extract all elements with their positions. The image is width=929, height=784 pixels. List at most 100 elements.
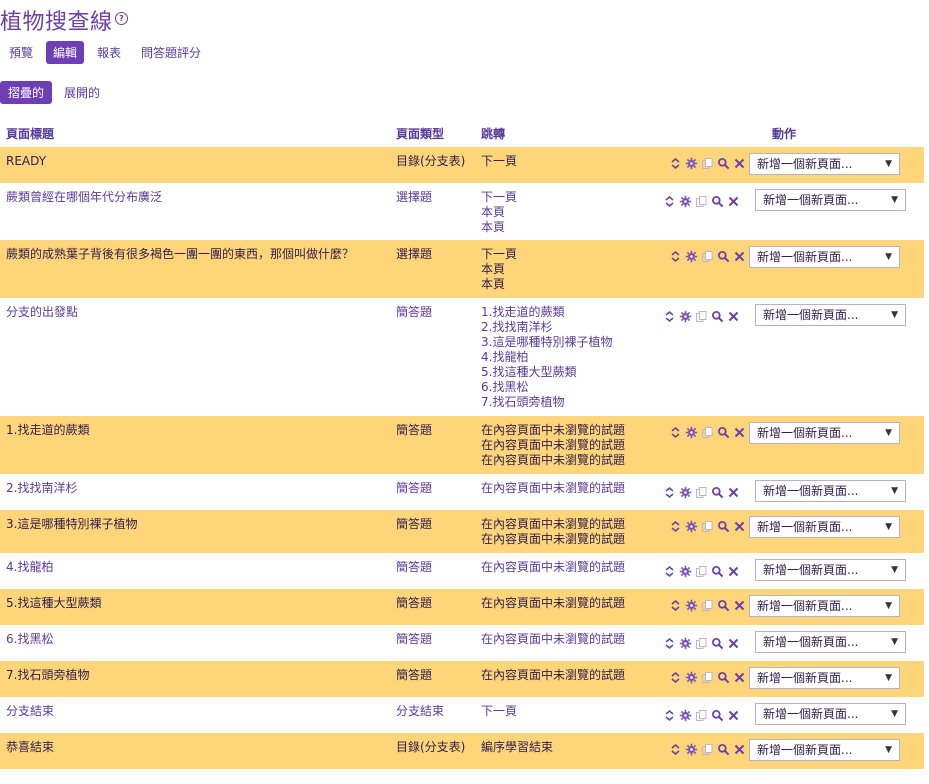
tab-0[interactable]: 預覽 <box>2 41 40 64</box>
copy-icon[interactable] <box>701 426 714 439</box>
delete-icon[interactable] <box>727 565 740 578</box>
page-title-link[interactable]: READY <box>6 154 386 169</box>
copy-icon[interactable] <box>701 520 714 533</box>
page-title-link[interactable]: 蕨類曾經在哪個年代分布廣泛 <box>6 190 386 205</box>
delete-icon[interactable] <box>733 671 746 684</box>
page-title-link[interactable]: 分支的出發點 <box>6 305 386 320</box>
add-page-select[interactable]: 新增一個新頁面... ▼ <box>755 189 906 211</box>
move-icon[interactable] <box>669 250 682 263</box>
search-icon[interactable] <box>717 250 730 263</box>
add-page-select[interactable]: 新增一個新頁面... ▼ <box>749 739 900 761</box>
search-icon[interactable] <box>711 310 724 323</box>
search-icon[interactable] <box>717 520 730 533</box>
delete-icon[interactable] <box>727 310 740 323</box>
page-title-link[interactable]: 6.找黑松 <box>6 632 386 647</box>
gear-icon[interactable] <box>679 565 692 578</box>
tab-3[interactable]: 問答題評分 <box>134 41 208 64</box>
search-icon[interactable] <box>717 157 730 170</box>
page-title-link[interactable]: 7.找石頭旁植物 <box>6 668 386 683</box>
move-icon[interactable] <box>669 671 682 684</box>
page-title-link[interactable]: 2.找找南洋杉 <box>6 481 386 496</box>
move-icon[interactable] <box>663 195 676 208</box>
search-icon[interactable] <box>717 599 730 612</box>
gear-icon[interactable] <box>685 426 698 439</box>
move-icon[interactable] <box>663 310 676 323</box>
delete-icon[interactable] <box>733 520 746 533</box>
move-icon[interactable] <box>669 157 682 170</box>
delete-icon[interactable] <box>733 157 746 170</box>
move-icon[interactable] <box>663 565 676 578</box>
delete-icon[interactable] <box>727 195 740 208</box>
delete-icon[interactable] <box>733 250 746 263</box>
gear-icon[interactable] <box>685 157 698 170</box>
add-page-select[interactable]: 新增一個新頁面... ▼ <box>755 703 906 725</box>
jump-item: 1.找走道的蕨類 <box>481 305 565 319</box>
page-title-link[interactable]: 蕨類的成熟葉子背後有很多褐色一團一團的東西，那個叫做什麼？ <box>6 247 386 262</box>
copy-icon[interactable] <box>701 743 714 756</box>
delete-icon[interactable] <box>733 599 746 612</box>
gear-icon[interactable] <box>679 195 692 208</box>
page-title-link[interactable]: 1.找走道的蕨類 <box>6 423 386 438</box>
add-page-select[interactable]: 新增一個新頁面... ▼ <box>749 516 900 538</box>
delete-icon[interactable] <box>727 486 740 499</box>
gear-icon[interactable] <box>679 310 692 323</box>
page-title-link[interactable]: 恭喜結束 <box>6 740 386 755</box>
search-icon[interactable] <box>711 709 724 722</box>
help-icon[interactable]: ? <box>115 12 128 25</box>
page-title-link[interactable]: 分支結束 <box>6 704 386 719</box>
add-page-select[interactable]: 新增一個新頁面... ▼ <box>749 246 900 268</box>
gear-icon[interactable] <box>685 671 698 684</box>
gear-icon[interactable] <box>685 743 698 756</box>
delete-icon[interactable] <box>733 426 746 439</box>
gear-icon[interactable] <box>679 709 692 722</box>
gear-icon[interactable] <box>679 637 692 650</box>
move-icon[interactable] <box>663 637 676 650</box>
add-page-select[interactable]: 新增一個新頁面... ▼ <box>749 153 900 175</box>
move-icon[interactable] <box>663 486 676 499</box>
search-icon[interactable] <box>717 426 730 439</box>
gear-icon[interactable] <box>685 250 698 263</box>
copy-icon[interactable] <box>695 565 708 578</box>
gear-icon[interactable] <box>685 520 698 533</box>
copy-icon[interactable] <box>695 310 708 323</box>
add-page-select[interactable]: 新增一個新頁面... ▼ <box>755 480 906 502</box>
add-page-select[interactable]: 新增一個新頁面... ▼ <box>749 595 900 617</box>
page-title-link[interactable]: 3.這是哪種特別裸子植物 <box>6 517 386 532</box>
move-icon[interactable] <box>663 709 676 722</box>
tab-1[interactable]: 編輯 <box>46 41 85 64</box>
page-title-link[interactable]: 4.找龍柏 <box>6 560 386 575</box>
move-icon[interactable] <box>669 520 682 533</box>
search-icon[interactable] <box>711 486 724 499</box>
gear-icon[interactable] <box>685 599 698 612</box>
search-icon[interactable] <box>717 743 730 756</box>
copy-icon[interactable] <box>701 599 714 612</box>
jump-item: 5.找這種大型蕨類 <box>481 365 577 379</box>
search-icon[interactable] <box>711 637 724 650</box>
search-icon[interactable] <box>717 671 730 684</box>
delete-icon[interactable] <box>727 637 740 650</box>
gear-icon[interactable] <box>679 486 692 499</box>
copy-icon[interactable] <box>701 250 714 263</box>
copy-icon[interactable] <box>695 709 708 722</box>
search-icon[interactable] <box>711 195 724 208</box>
add-page-select[interactable]: 新增一個新頁面... ▼ <box>749 667 900 689</box>
move-icon[interactable] <box>669 743 682 756</box>
view-tab-0[interactable]: 摺疊的 <box>0 81 53 104</box>
add-page-select[interactable]: 新增一個新頁面... ▼ <box>755 631 906 653</box>
copy-icon[interactable] <box>701 157 714 170</box>
add-page-select[interactable]: 新增一個新頁面... ▼ <box>749 422 900 444</box>
delete-icon[interactable] <box>733 743 746 756</box>
view-tab-1[interactable]: 展開的 <box>56 81 108 104</box>
page-title-link[interactable]: 5.找這種大型蕨類 <box>6 596 386 611</box>
copy-icon[interactable] <box>695 195 708 208</box>
copy-icon[interactable] <box>701 671 714 684</box>
move-icon[interactable] <box>669 599 682 612</box>
tab-2[interactable]: 報表 <box>90 41 128 64</box>
delete-icon[interactable] <box>727 709 740 722</box>
copy-icon[interactable] <box>695 637 708 650</box>
add-page-select[interactable]: 新增一個新頁面... ▼ <box>755 559 906 581</box>
move-icon[interactable] <box>669 426 682 439</box>
search-icon[interactable] <box>711 565 724 578</box>
copy-icon[interactable] <box>695 486 708 499</box>
add-page-select[interactable]: 新增一個新頁面... ▼ <box>755 304 906 326</box>
